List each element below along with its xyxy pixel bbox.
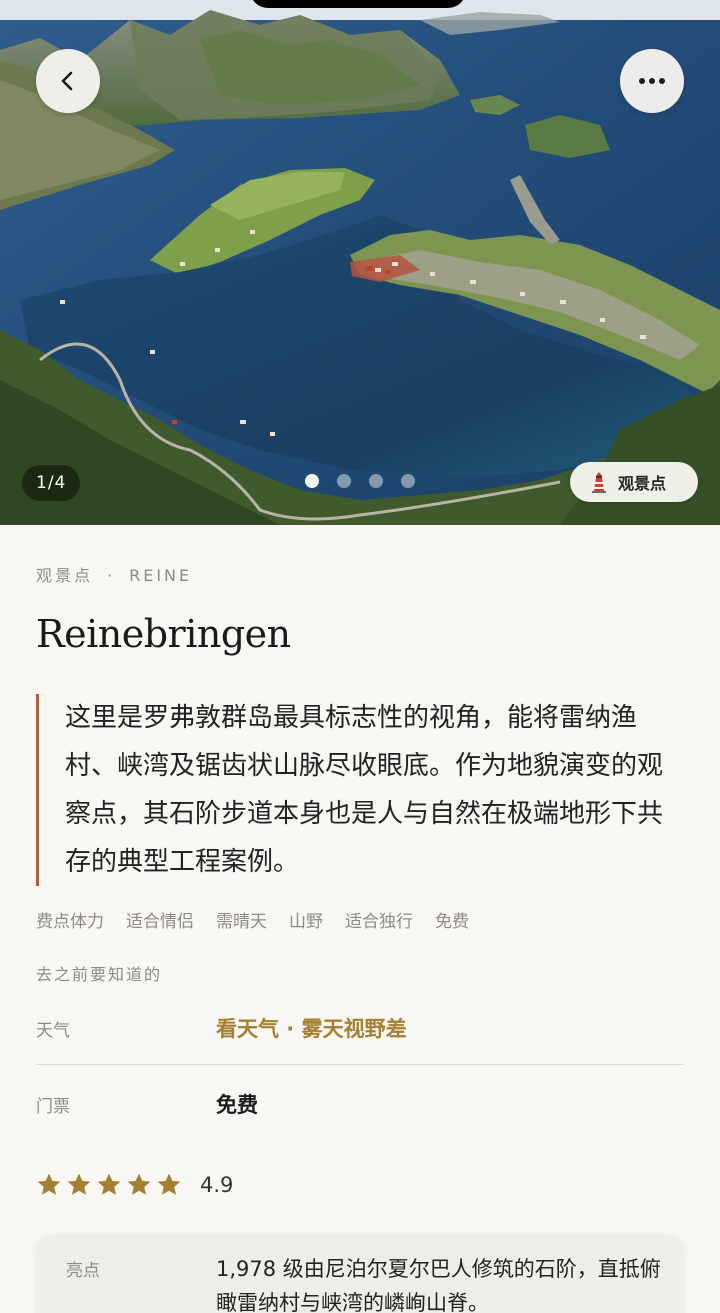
category-badge: 观景点 [570, 462, 698, 502]
ticket-row: 门票 免费 [36, 1086, 684, 1122]
highlight-card: 亮点 1,978 级由尼泊尔夏尔巴人修筑的石阶，直抵俯瞰雷纳村与峡湾的嶙峋山脊。 [36, 1234, 684, 1313]
carousel-dot[interactable] [305, 474, 319, 488]
tag: 费点体力 [36, 912, 104, 932]
know-before-heading: 去之前要知道的 [36, 965, 163, 984]
back-button[interactable] [36, 49, 100, 113]
star-icon [127, 1173, 151, 1195]
lighthouse-icon [592, 472, 606, 493]
rating-score: 4.9 [200, 1173, 234, 1197]
star-icon [37, 1173, 61, 1195]
category-label: 观景点 [36, 566, 94, 585]
category-badge-label: 观景点 [618, 474, 667, 493]
eyebrow-separator: · [107, 566, 116, 585]
divider [36, 1064, 684, 1065]
tag: 适合情侣 [126, 912, 194, 932]
description-quote: 这里是罗弗敦群岛最具标志性的视角，能将雷纳渔村、峡湾及锯齿状山脉尽收眼底。作为地… [36, 694, 684, 886]
tag: 山野 [289, 912, 323, 932]
tag: 免费 [435, 912, 469, 932]
star-icon [157, 1173, 181, 1195]
carousel-dot[interactable] [337, 474, 351, 488]
highlight-label: 亮点 [66, 1261, 100, 1281]
ticket-label: 门票 [36, 1096, 70, 1117]
more-button[interactable] [620, 49, 684, 113]
page-title: Reinebringen [36, 612, 291, 656]
carousel-dot[interactable] [369, 474, 383, 488]
highlight-text: 1,978 级由尼泊尔夏尔巴人修筑的石阶，直抵俯瞰雷纳村与峡湾的嶙峋山脊。 [216, 1257, 661, 1313]
eyebrow: 观景点 · REINE [36, 562, 192, 586]
ticket-value: 免费 [216, 1093, 258, 1117]
star-icon [67, 1173, 91, 1195]
tag-list: 费点体力 适合情侣 需晴天 山野 适合独行 免费 [36, 907, 469, 932]
rating: 4.9 [36, 1172, 233, 1198]
photo-counter: 1/4 [22, 465, 81, 501]
star-icon [97, 1173, 121, 1195]
more-horizontal-icon [639, 78, 665, 84]
weather-link[interactable]: 看天气 · 雾天视野差 [216, 1013, 407, 1043]
fjord-photo [0, 0, 720, 525]
carousel-dots[interactable] [305, 474, 415, 488]
weather-label: 天气 [36, 1020, 70, 1041]
tag: 适合独行 [345, 912, 413, 932]
location-label: REINE [129, 566, 193, 585]
chevron-left-icon [61, 71, 73, 91]
carousel-dot[interactable] [401, 474, 415, 488]
hero-photo[interactable]: 1/4 观景点 [0, 0, 720, 525]
device-notch [250, 0, 466, 8]
tag: 需晴天 [216, 912, 267, 932]
weather-row[interactable]: 天气 看天气 · 雾天视野差 [36, 1010, 684, 1046]
